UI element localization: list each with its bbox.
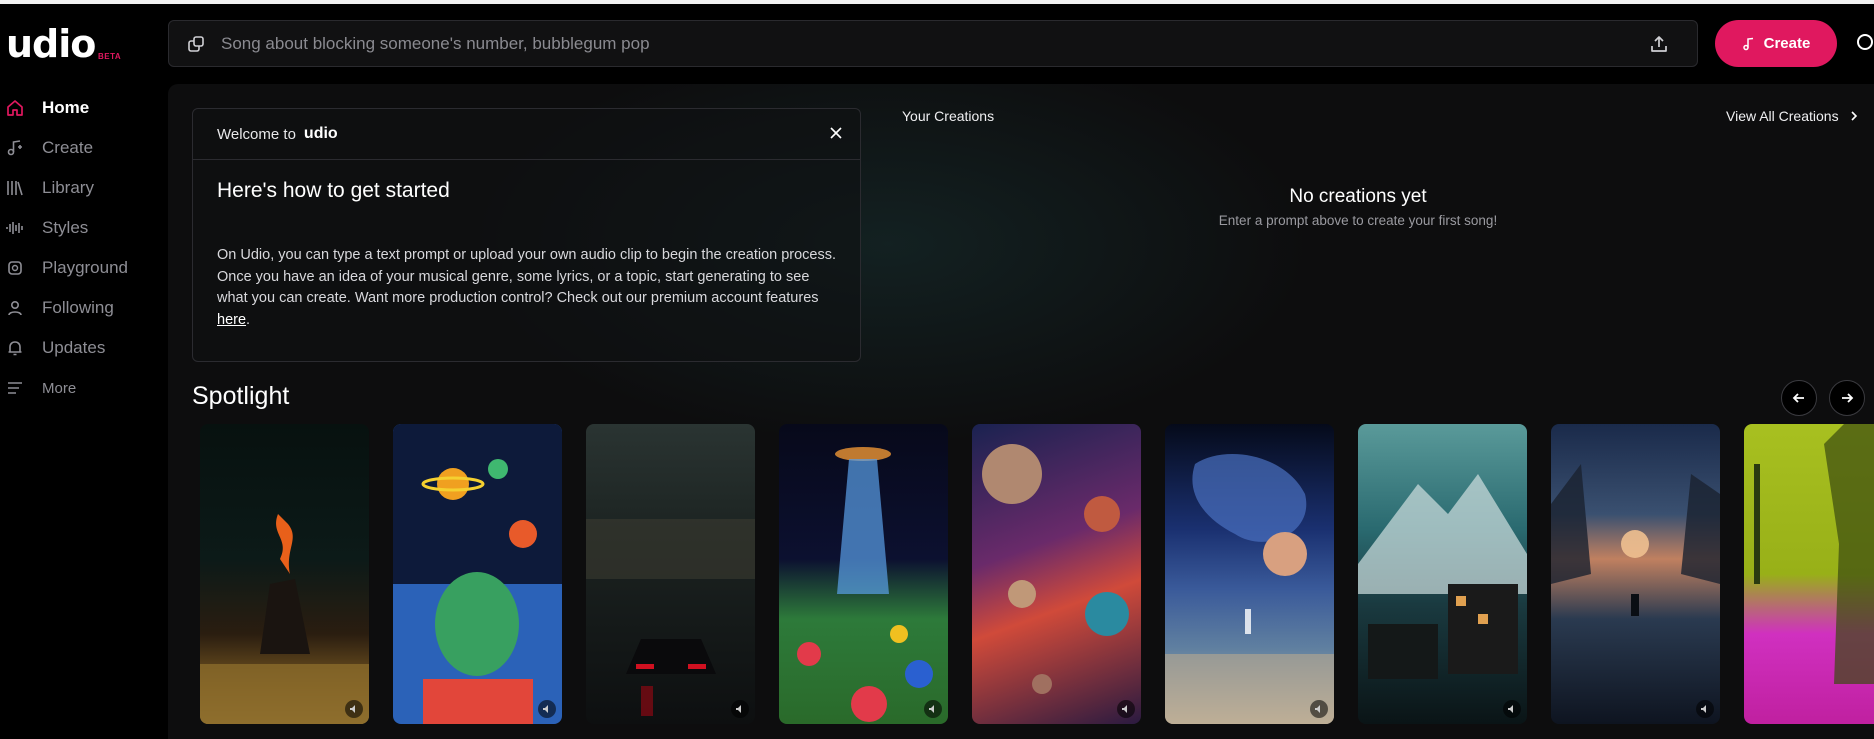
spotlight-card[interactable] [1744, 424, 1874, 724]
sidebar-item-home[interactable]: Home [0, 88, 160, 128]
welcome-body-suffix: . [246, 311, 251, 328]
burning-rider-art [200, 514, 369, 724]
sidebar-item-label: Updates [42, 338, 106, 357]
mute-icon[interactable] [1696, 700, 1714, 718]
prompt-search-bar[interactable]: Song about blocking someone's number, bu… [168, 20, 1698, 67]
bell-icon [6, 339, 24, 357]
no-creations-subtitle: Enter a prompt above to create your firs… [1218, 213, 1498, 228]
carousel-prev-button[interactable] [1781, 380, 1817, 416]
carousel-next-button[interactable] [1829, 380, 1865, 416]
close-icon[interactable] [828, 125, 844, 141]
spotlight-card[interactable] [1165, 424, 1334, 724]
night-city-car-art [586, 519, 755, 716]
spotlight-card[interactable] [972, 424, 1141, 724]
sidebar-item-following[interactable]: Following [0, 288, 160, 328]
arrow-right-icon [1842, 393, 1854, 403]
ufo-flower-field-art [797, 447, 933, 722]
create-button-label: Create [1763, 35, 1811, 52]
sidebar-item-label: Following [42, 298, 114, 317]
sidebar-item-updates[interactable]: Updates [0, 328, 160, 368]
sidebar-item-more[interactable]: More [0, 368, 160, 408]
spotlight-card[interactable] [1358, 424, 1527, 724]
no-creations-title: No creations yet [1289, 186, 1427, 207]
create-button[interactable]: Create [1715, 20, 1837, 67]
welcome-header: Welcome to udio [193, 109, 860, 160]
sidebar-item-create[interactable]: Create [0, 128, 160, 168]
welcome-body-text: On Udio, you can type a text prompt or u… [217, 247, 837, 306]
spotlight-card[interactable] [393, 424, 562, 724]
home-icon [6, 99, 24, 117]
user-icon [6, 299, 24, 317]
shuffle-prompt-icon[interactable] [185, 33, 207, 55]
mountain-building-art [1358, 474, 1527, 679]
premium-features-link[interactable]: here [217, 312, 246, 328]
sidebar-item-label: Library [42, 178, 94, 197]
sidebar-item-label: Playground [42, 258, 129, 277]
waveform-icon [6, 219, 24, 237]
spotlight-card[interactable] [200, 424, 369, 724]
sidebar-item-label: Home [42, 98, 90, 117]
mute-icon[interactable] [1117, 700, 1135, 718]
neon-pink-cat-art [1754, 424, 1874, 684]
chevron-right-icon [1849, 110, 1859, 122]
spotlight-carousel [200, 424, 1874, 724]
cosmic-beach-art [1165, 454, 1334, 724]
prompt-input[interactable]: Song about blocking someone's number, bu… [221, 34, 1647, 54]
search-icon[interactable] [1856, 33, 1874, 53]
welcome-title: Here's how to get started [217, 179, 450, 202]
welcome-prefix: Welcome to [217, 125, 296, 143]
main-panel: Welcome to udio Here's how to get starte… [168, 84, 1874, 739]
spotlight-card[interactable] [779, 424, 948, 724]
logo-text: udio [6, 22, 96, 66]
arrow-left-icon [1792, 393, 1804, 403]
spotlight-title: Spotlight [192, 382, 290, 410]
music-note-icon [6, 139, 24, 157]
sidebar-item-playground[interactable]: Playground [0, 248, 160, 288]
spotlight-card[interactable] [1551, 424, 1720, 724]
mute-icon[interactable] [731, 700, 749, 718]
view-all-label: View All Creations [1726, 108, 1839, 124]
your-creations-title: Your Creations [902, 108, 995, 124]
mute-icon[interactable] [538, 700, 556, 718]
sidebar-item-library[interactable]: Library [0, 168, 160, 208]
playground-icon [6, 259, 24, 277]
sidebar: Home Create Library Styles Playground Fo… [0, 88, 160, 408]
mute-icon[interactable] [924, 700, 942, 718]
library-icon [6, 179, 24, 197]
view-all-creations-link[interactable]: View All Creations [1726, 108, 1859, 124]
mute-icon[interactable] [1310, 700, 1328, 718]
welcome-card: Welcome to udio Here's how to get starte… [192, 108, 861, 362]
sidebar-item-label: Create [42, 138, 94, 157]
beta-badge: BETA [98, 52, 122, 61]
sunset-wanderer-art [1551, 464, 1720, 616]
mute-icon[interactable] [1503, 700, 1521, 718]
welcome-body: On Udio, you can type a text prompt or u… [217, 245, 837, 331]
space-hair-girl-art [393, 424, 562, 724]
sidebar-item-label: More [42, 379, 77, 397]
welcome-brand: udio [303, 125, 338, 142]
window-top-edge [0, 0, 1874, 4]
menu-icon [6, 379, 24, 397]
planets-nebula-art [982, 444, 1129, 694]
music-note-icon [1742, 37, 1756, 51]
sidebar-item-styles[interactable]: Styles [0, 208, 160, 248]
mute-icon[interactable] [345, 700, 363, 718]
udio-logo[interactable]: udio BETA [6, 24, 126, 64]
sidebar-item-label: Styles [42, 218, 89, 237]
spotlight-card[interactable] [586, 424, 755, 724]
upload-icon[interactable] [1647, 32, 1671, 56]
